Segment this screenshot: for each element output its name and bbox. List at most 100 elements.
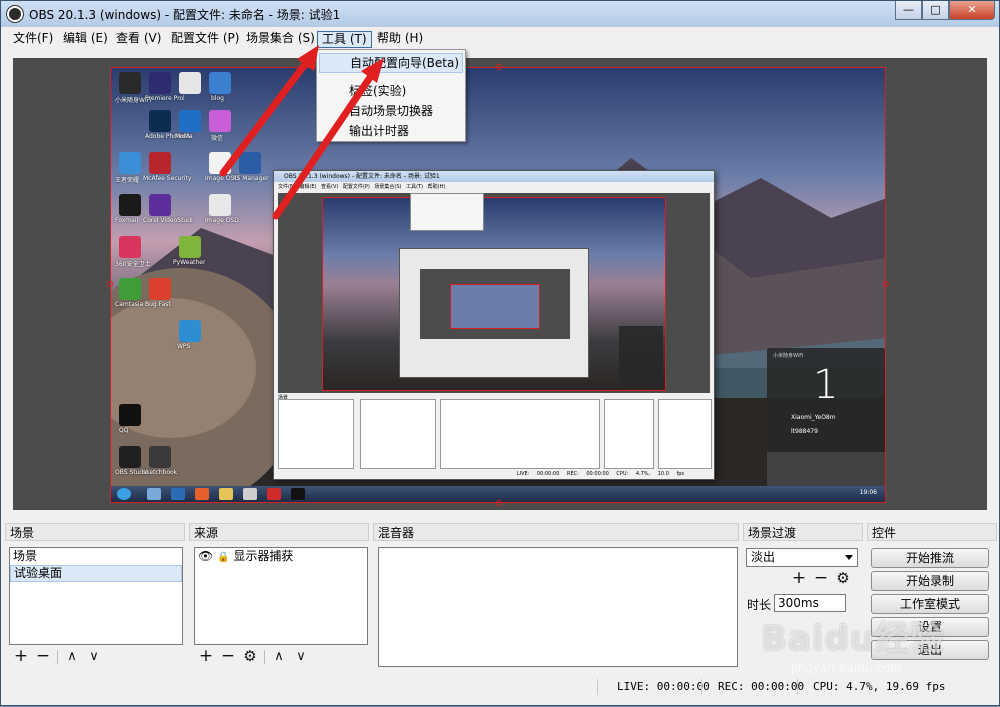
resize-handle[interactable] [883, 281, 889, 287]
mixer-dock-header: 混音器 [373, 523, 739, 541]
menu-bar: 文件(F) 编辑 (E) 查看 (V) 配置文件 (P) 场景集合 (S) 工具… [1, 28, 999, 50]
status-divider [701, 679, 702, 695]
pyweather-icon[interactable] [179, 236, 201, 258]
wifi-notification-card: 小米随身WiFi 1 Xiaomi_YeO8m lt988479 [767, 348, 885, 488]
taskbar-app-icon[interactable] [147, 488, 161, 500]
cpu-fps-readout: CPU: 4.7%, 19.69 fps [813, 680, 946, 693]
eye-icon[interactable]: 👁 [198, 549, 213, 563]
iis-manager-icon[interactable] [239, 152, 261, 174]
desktop-icon-label: Premiere Pro [145, 95, 184, 102]
status-divider [797, 679, 798, 695]
moma-icon[interactable] [179, 110, 201, 132]
source-item-label: 显示器捕获 [233, 549, 294, 563]
add-transition-button[interactable]: + [791, 570, 807, 587]
start-icon[interactable] [117, 488, 131, 500]
card-ssid: Xiaomi_YeO8m [791, 414, 836, 421]
resize-handle[interactable] [496, 64, 502, 70]
desktop-icon-label: IIS Manager [233, 175, 269, 182]
nested-phone-card [619, 326, 663, 386]
scenes-dock-header: 场景 [5, 523, 185, 541]
live-timer: LIVE: 00:00:00 [617, 680, 710, 693]
baidu-watermark: Baidu经验 [761, 619, 946, 659]
close-button[interactable]: ✕ [949, 1, 995, 20]
wps-icon[interactable] [179, 320, 201, 342]
mcafee-icon[interactable] [149, 152, 171, 174]
sources-dock-header: 来源 [189, 523, 369, 541]
resize-handle[interactable] [496, 500, 502, 506]
sources-toolbar: + − ⚙ ∧ ∨ [198, 648, 309, 665]
image-osd-icon[interactable] [209, 152, 231, 174]
transition-select[interactable]: 淡出 [746, 548, 858, 567]
desktop-icon-label: Camtasia [115, 301, 144, 308]
menu-item-tags-experimental[interactable]: 标签(实验) [319, 81, 463, 101]
folder-icon[interactable] [219, 488, 233, 500]
duration-input[interactable]: 300ms [774, 594, 846, 612]
desktop-icon-label: 王者荣耀 [115, 177, 140, 184]
move-source-down-button[interactable]: ∨ [293, 649, 309, 665]
start-recording-button[interactable]: 开始录制 [871, 571, 989, 591]
resize-handle[interactable] [107, 281, 113, 287]
desktop-icon-label: Image OSD [205, 217, 239, 224]
taskbar-app-icon[interactable] [171, 488, 185, 500]
menu-edit[interactable]: 编辑 (E) [59, 31, 112, 48]
remove-source-button[interactable]: − [220, 648, 236, 665]
menu-item-auto-config-wizard[interactable]: 自动配置向导(Beta) [319, 53, 463, 73]
menu-view[interactable]: 查看 (V) [112, 31, 165, 48]
card-action-bar [767, 452, 885, 488]
display-capture-preview[interactable]: 小米随身WiFi Premiere Pro l blog Adobe Photo… [110, 67, 886, 503]
desktop-icon-label: 360安全卫士 [115, 261, 151, 268]
security-icon[interactable] [119, 236, 141, 258]
add-scene-button[interactable]: + [13, 648, 29, 665]
maximize-button[interactable]: □ [922, 1, 949, 20]
qq-icon[interactable] [119, 404, 141, 426]
menu-item-output-timer[interactable]: 输出计时器 [319, 121, 463, 141]
blog-icon[interactable] [209, 72, 231, 94]
corel-icon[interactable] [149, 194, 171, 216]
lock-icon[interactable]: 🔒 [217, 552, 229, 563]
scene-item-selected[interactable]: 试验桌面 [10, 565, 182, 582]
game-icon[interactable] [119, 152, 141, 174]
wechat-icon[interactable] [209, 110, 231, 132]
menu-file[interactable]: 文件(F) [9, 31, 57, 48]
move-scene-up-button[interactable]: ∧ [64, 649, 80, 665]
wifi-icon[interactable] [119, 72, 141, 94]
move-source-up-button[interactable]: ∧ [271, 649, 287, 665]
premiere-icon[interactable] [149, 72, 171, 94]
source-properties-gear-icon[interactable]: ⚙ [242, 649, 258, 665]
move-scene-down-button[interactable]: ∨ [86, 649, 102, 665]
firefox-icon[interactable] [195, 488, 209, 500]
card-password: lt988479 [791, 428, 818, 435]
desktop-icon-label: blog [211, 95, 224, 102]
add-source-button[interactable]: + [198, 648, 214, 665]
file-icon[interactable] [179, 72, 201, 94]
nested-scenes-list [278, 399, 354, 469]
desktop-icon-label: Corel VideoStudi [143, 217, 193, 224]
transition-properties-gear-icon[interactable]: ⚙ [835, 571, 851, 587]
controls-dock-header: 控件 [867, 523, 997, 541]
desktop-icon-label: McAfee Security [143, 175, 192, 182]
obs-studio-icon[interactable] [119, 446, 141, 468]
desktop-icon-label: MoMa [175, 133, 193, 140]
sketchbook-icon[interactable] [149, 446, 171, 468]
menu-tools[interactable]: 工具 (T) [317, 31, 372, 48]
menu-scene-collection[interactable]: 场景集合 (S) [242, 31, 319, 48]
photoshop-icon[interactable] [149, 110, 171, 132]
remove-transition-button[interactable]: − [813, 570, 829, 587]
taskbar-app-icon[interactable] [243, 488, 257, 500]
menu-help[interactable]: 帮助 (H) [373, 31, 427, 48]
menu-profile[interactable]: 配置文件 (P) [167, 31, 243, 48]
desktop-icon-label: WPS [177, 343, 191, 350]
minimize-button[interactable]: — [895, 1, 922, 20]
remove-scene-button[interactable]: − [35, 648, 51, 665]
start-streaming-button[interactable]: 开始推流 [871, 548, 989, 568]
bugfast-icon[interactable] [149, 278, 171, 300]
scene-item[interactable]: 场景 [10, 548, 182, 565]
menu-item-auto-scene-switcher[interactable]: 自动场景切换器 [319, 101, 463, 121]
taskbar-app-icon[interactable] [291, 488, 305, 500]
taskbar-app-icon[interactable] [267, 488, 281, 500]
camtasia-icon[interactable] [119, 278, 141, 300]
image-osd-icon[interactable] [209, 194, 231, 216]
foxmail-icon[interactable] [119, 194, 141, 216]
obs-window: OBS 20.1.3 (windows) - 配置文件: 未命名 - 场景: 试… [0, 0, 1000, 706]
source-item[interactable]: 👁 🔒 显示器捕获 [195, 548, 367, 565]
